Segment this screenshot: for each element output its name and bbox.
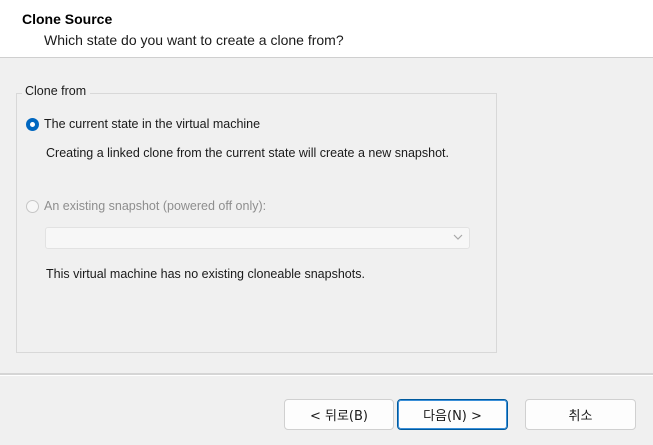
back-button[interactable]: < 뒤로(B) [284,399,394,430]
chevron-down-icon [453,234,463,240]
clone-from-legend: Clone from [22,84,91,98]
next-button[interactable]: 다음(N) > [397,399,508,430]
current-state-radio-option[interactable]: The current state in the virtual machine [26,117,260,131]
current-state-description: Creating a linked clone from the current… [46,146,449,160]
cancel-button[interactable]: 취소 [525,399,636,430]
current-state-label[interactable]: The current state in the virtual machine [44,117,260,131]
current-state-radio[interactable] [26,117,39,131]
existing-snapshot-radio-option[interactable]: An existing snapshot (powered off only): [26,199,266,213]
wizard-header: Clone Source Which state do you want to … [0,0,653,58]
existing-snapshot-radio[interactable] [26,199,39,213]
page-title: Clone Source [22,11,113,27]
no-snapshots-note: This virtual machine has no existing clo… [46,267,365,281]
snapshot-dropdown[interactable] [45,227,470,249]
clone-from-group [16,93,497,353]
footer-divider [0,373,653,376]
existing-snapshot-label[interactable]: An existing snapshot (powered off only): [44,199,266,213]
page-subtitle: Which state do you want to create a clon… [44,32,344,48]
